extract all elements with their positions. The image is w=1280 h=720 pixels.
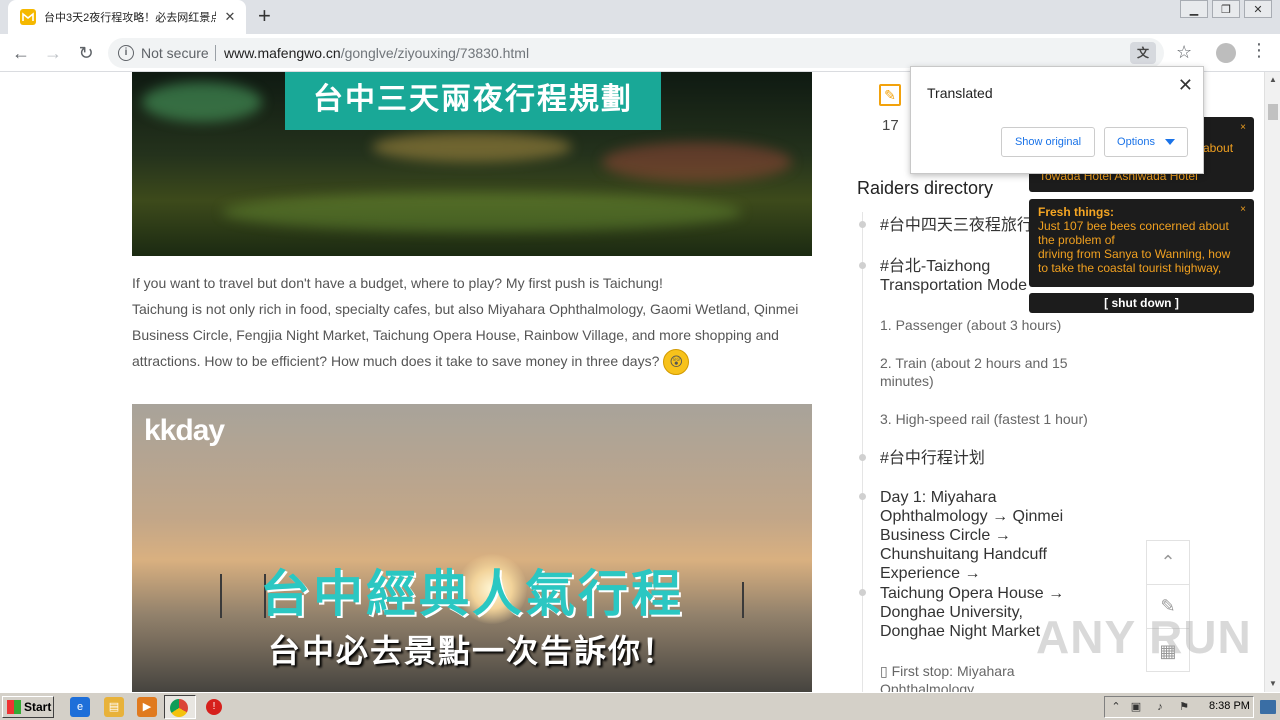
folder-icon[interactable]: ▤ <box>104 697 124 717</box>
start-button[interactable]: Start <box>2 696 54 718</box>
paragraph-line-2: Taichung is not only rich in food, speci… <box>132 301 799 369</box>
scroll-up-icon[interactable]: ▲ <box>1265 72 1280 88</box>
back-arrow-icon[interactable]: ← <box>10 42 32 64</box>
tab-close-icon[interactable]: ✕ <box>222 9 238 25</box>
tab-title: 台中3天2夜行程攻略！必去网红景点 <box>44 12 216 24</box>
translate-popup-close-icon[interactable]: ✕ <box>1178 75 1193 96</box>
article-banner-image-2: kkday 台中經典人氣行程 台中必去景點一次告訴你！ <box>132 404 812 692</box>
shut-down-button[interactable]: [ shut down ] <box>1029 293 1254 313</box>
banner2-title: 台中經典人氣行程 <box>260 566 684 622</box>
notification-1-fragment: about <box>1203 141 1234 155</box>
start-label: Start <box>24 700 52 714</box>
network-icon[interactable]: ▣ <box>1129 700 1143 714</box>
surprised-emoji-icon: 😲 <box>663 349 690 376</box>
write-review-icon[interactable]: ✎ <box>879 84 901 106</box>
directory-dot <box>859 589 866 596</box>
notification-close-icon[interactable]: × <box>1240 203 1246 217</box>
translate-popup: Translated ✕ Show original Options <box>910 66 1204 174</box>
minimize-icon[interactable]: ▁ <box>1180 0 1208 18</box>
caret-down-icon <box>1164 139 1175 145</box>
clock[interactable]: 8:38 PM <box>1209 700 1250 712</box>
url-path: /gonglve/ziyouxing/73830.html <box>340 45 530 61</box>
show-desktop-icon[interactable] <box>1260 700 1276 714</box>
chrome-icon <box>170 699 188 717</box>
raiders-directory-title: Raiders directory <box>857 178 994 198</box>
security-label[interactable]: Not secure <box>141 45 209 61</box>
directory-subitem[interactable]: 2. Train (about 2 hours and 15 minutes) <box>880 354 1090 390</box>
mafengwo-favicon-icon <box>20 9 36 25</box>
notification-close-icon[interactable]: × <box>1240 121 1246 135</box>
translate-icon[interactable]: 文 <box>1130 42 1156 64</box>
directory-dot <box>859 262 866 269</box>
tray-expand-icon[interactable]: ⌃ <box>1109 700 1123 714</box>
options-label: Options <box>1117 136 1155 148</box>
omnibox-divider <box>215 45 216 61</box>
forward-arrow-icon[interactable]: → <box>42 42 64 64</box>
url-text[interactable]: www.mafengwo.cn/gonglve/ziyouxing/73830.… <box>224 45 529 61</box>
windows-taskbar: Start e ▤ ▶ ! ⌃ ▣ ♪ ⚑ 8:38 PM <box>0 692 1280 720</box>
scrollbar-thumb[interactable] <box>1268 104 1278 120</box>
directory-dot <box>859 221 866 228</box>
restore-icon[interactable]: ❐ <box>1212 0 1240 18</box>
internet-explorer-icon[interactable]: e <box>70 697 90 717</box>
tab-strip: 台中3天2夜行程攻略！必去网红景点 ✕ + ▁ ❐ ✕ <box>0 0 1280 34</box>
kkday-logo: kkday <box>144 414 225 447</box>
translate-popup-title: Translated <box>927 85 993 101</box>
profile-avatar-icon[interactable] <box>1216 43 1236 63</box>
info-icon[interactable]: i <box>118 45 134 61</box>
review-count: 17 <box>882 117 899 134</box>
back-to-top-icon[interactable]: ⌃ <box>1147 541 1189 585</box>
show-original-label: Show original <box>1014 136 1082 148</box>
banner2-subtitle: 台中必去景點一次告訴你！ <box>267 633 676 669</box>
volume-icon[interactable]: ♪ <box>1153 700 1167 714</box>
banner1-caption: 台中三天兩夜行程規劃 <box>285 72 661 130</box>
paragraph-line-1: If you want to travel but don't have a b… <box>132 275 663 291</box>
url-host: www.mafengwo.cn <box>224 45 341 61</box>
bookmark-star-icon[interactable]: ☆ <box>1176 42 1192 63</box>
directory-timeline <box>862 212 863 692</box>
window-controls: ▁ ❐ ✕ <box>1176 0 1272 18</box>
options-button[interactable]: Options <box>1104 127 1188 157</box>
directory-subitem[interactable]: 1. Passenger (about 3 hours) <box>880 316 1110 334</box>
directory-item[interactable]: Day 1: Miyahara Ophthalmology → Qinmei B… <box>880 488 1106 583</box>
directory-item[interactable]: #台中行程计划 <box>880 449 1110 468</box>
address-bar[interactable]: i Not secure www.mafengwo.cn/gonglve/ziy… <box>108 38 1164 68</box>
windows-flag-icon <box>7 700 21 714</box>
kebab-menu-icon[interactable]: ⋮ <box>1250 40 1268 61</box>
new-tab-button[interactable]: + <box>258 5 271 27</box>
notification-2-label: Fresh things: <box>1038 205 1115 219</box>
page-scrollbar[interactable]: ▲ ▼ <box>1264 72 1280 692</box>
anyrun-watermark: ANY RUN <box>1036 611 1252 663</box>
scroll-down-icon[interactable]: ▼ <box>1265 676 1280 692</box>
close-window-icon[interactable]: ✕ <box>1244 0 1272 18</box>
notification-panel-2: × Fresh things: Just 107 bee bees concer… <box>1029 199 1254 287</box>
directory-subitem[interactable]: ▯ First stop: Miyahara Ophthalmology <box>880 662 1030 692</box>
action-center-flag-icon[interactable]: ⚑ <box>1177 700 1191 714</box>
article-paragraph: If you want to travel but don't have a b… <box>132 270 816 376</box>
warning-app-icon[interactable]: ! <box>206 699 222 715</box>
directory-dot <box>859 454 866 461</box>
show-original-button[interactable]: Show original <box>1001 127 1095 157</box>
directory-subitem[interactable]: 3. High-speed rail (fastest 1 hour) <box>880 410 1110 428</box>
notification-2-text: Just 107 bee bees concerned about the pr… <box>1038 219 1229 247</box>
browser-tab[interactable]: 台中3天2夜行程攻略！必去网红景点 ✕ <box>8 0 246 34</box>
directory-item[interactable]: #台北-Taizhong Transportation Mode <box>880 257 1030 295</box>
system-tray: ⌃ ▣ ♪ ⚑ 8:38 PM <box>1104 696 1254 718</box>
directory-dot <box>859 493 866 500</box>
media-player-icon[interactable]: ▶ <box>137 697 157 717</box>
article-banner-image-1: 台中三天兩夜行程規劃 <box>132 72 812 256</box>
notification-2-text-2[interactable]: driving from Sanya to Wanning, how to ta… <box>1038 247 1240 275</box>
reload-icon[interactable]: ↻ <box>75 42 97 64</box>
